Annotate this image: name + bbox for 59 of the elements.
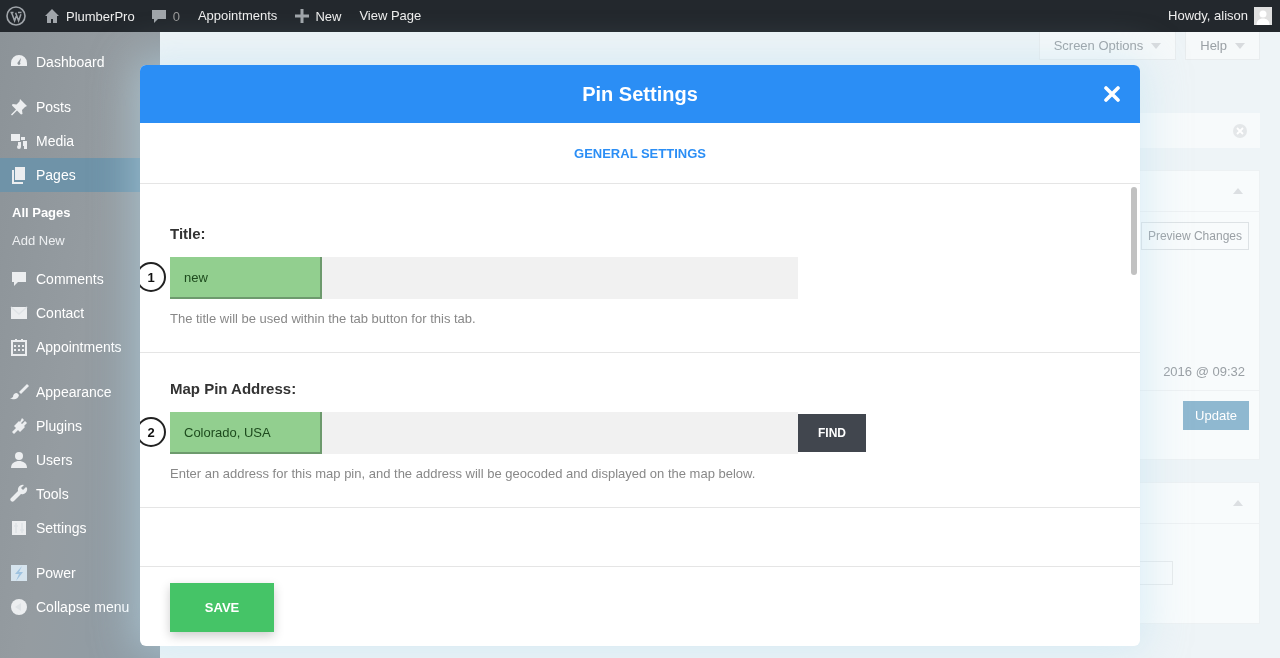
calendar-icon	[9, 337, 29, 357]
speech-bubble-icon	[9, 269, 29, 289]
caret-up-icon	[1233, 500, 1243, 506]
sidebar-item[interactable]: Appearance	[0, 375, 118, 409]
step-marker: 1	[140, 262, 166, 292]
update-button[interactable]: Update	[1183, 401, 1249, 430]
paintbrush-icon	[9, 382, 29, 402]
field-label: Map Pin Address:	[170, 379, 298, 399]
greeting-link[interactable]: Howdy, alison	[1168, 0, 1254, 32]
submenu-item[interactable]: Add New	[0, 227, 71, 255]
media-icon	[9, 131, 29, 151]
dialog-title: Pin Settings	[582, 82, 698, 106]
save-button[interactable]: SAVE	[170, 583, 274, 632]
scrollbar-thumb[interactable]	[1131, 187, 1137, 275]
close-button[interactable]	[1104, 86, 1120, 102]
sidebar-item[interactable]: Comments	[0, 262, 110, 296]
text-field[interactable]: Colorado, USA	[170, 412, 322, 454]
wrench-icon	[9, 484, 29, 504]
settings-tab[interactable]: GENERAL SETTINGS	[574, 145, 706, 161]
help-text: The title will be used within the tab button for this tab.	[170, 310, 477, 327]
caret-icon	[1151, 42, 1162, 49]
sidebar-item[interactable]: Posts	[0, 90, 77, 124]
new-link[interactable]: New	[287, 0, 350, 32]
arrow-left-circle-icon	[9, 597, 29, 617]
preview-changes-button[interactable]: Preview Changes	[1140, 222, 1249, 250]
submenu-item[interactable]: All Pages	[0, 199, 77, 227]
admin-bar-link[interactable]: View Page	[349, 0, 432, 32]
publish-date: 2016 @ 09:32	[1163, 364, 1245, 381]
caret-up-icon	[1233, 188, 1243, 194]
sidebar-item[interactable]: Settings	[0, 511, 93, 545]
sidebar-item[interactable]: Collapse menu	[0, 590, 136, 624]
help-button[interactable]: Help	[1185, 32, 1260, 60]
caret-icon	[1235, 42, 1245, 49]
sidebar-item[interactable]: Users	[0, 443, 79, 477]
home-icon	[44, 8, 60, 24]
sidebar-item[interactable]: Dashboard	[0, 45, 111, 79]
sidebar-item[interactable]: Plugins	[0, 409, 88, 443]
admin-bar-link[interactable]: Appointments	[187, 0, 288, 32]
sidebar-item[interactable]: Media	[0, 124, 81, 158]
person-icon	[9, 450, 29, 470]
sliders-icon	[9, 518, 29, 538]
sidebar-item[interactable]: Contact	[0, 296, 91, 330]
field-label: Title:	[170, 224, 207, 244]
sidebar-item[interactable]: Tools	[0, 477, 75, 511]
step-marker: 2	[140, 417, 166, 447]
speech-bubble-icon	[150, 8, 167, 24]
avatar-icon	[1254, 7, 1272, 25]
close-circle-icon	[1232, 122, 1248, 139]
screen-options-button[interactable]: Screen Options	[1038, 32, 1177, 60]
lightning-bolt-icon	[9, 563, 29, 583]
help-text: Enter an address for this map pin, and the address will be geocoded and displayed on the map below.	[170, 465, 757, 482]
pushpin-icon	[9, 97, 29, 117]
site-link[interactable]: PlumberPro	[36, 0, 143, 32]
find-button[interactable]: FIND	[798, 414, 866, 452]
plus-icon	[295, 9, 310, 23]
sidebar-item[interactable]: Power	[0, 556, 82, 590]
comments-link[interactable]: 0	[142, 0, 188, 32]
text-field[interactable]: new	[170, 257, 322, 299]
sidebar-item[interactable]: Appointments	[0, 330, 128, 364]
